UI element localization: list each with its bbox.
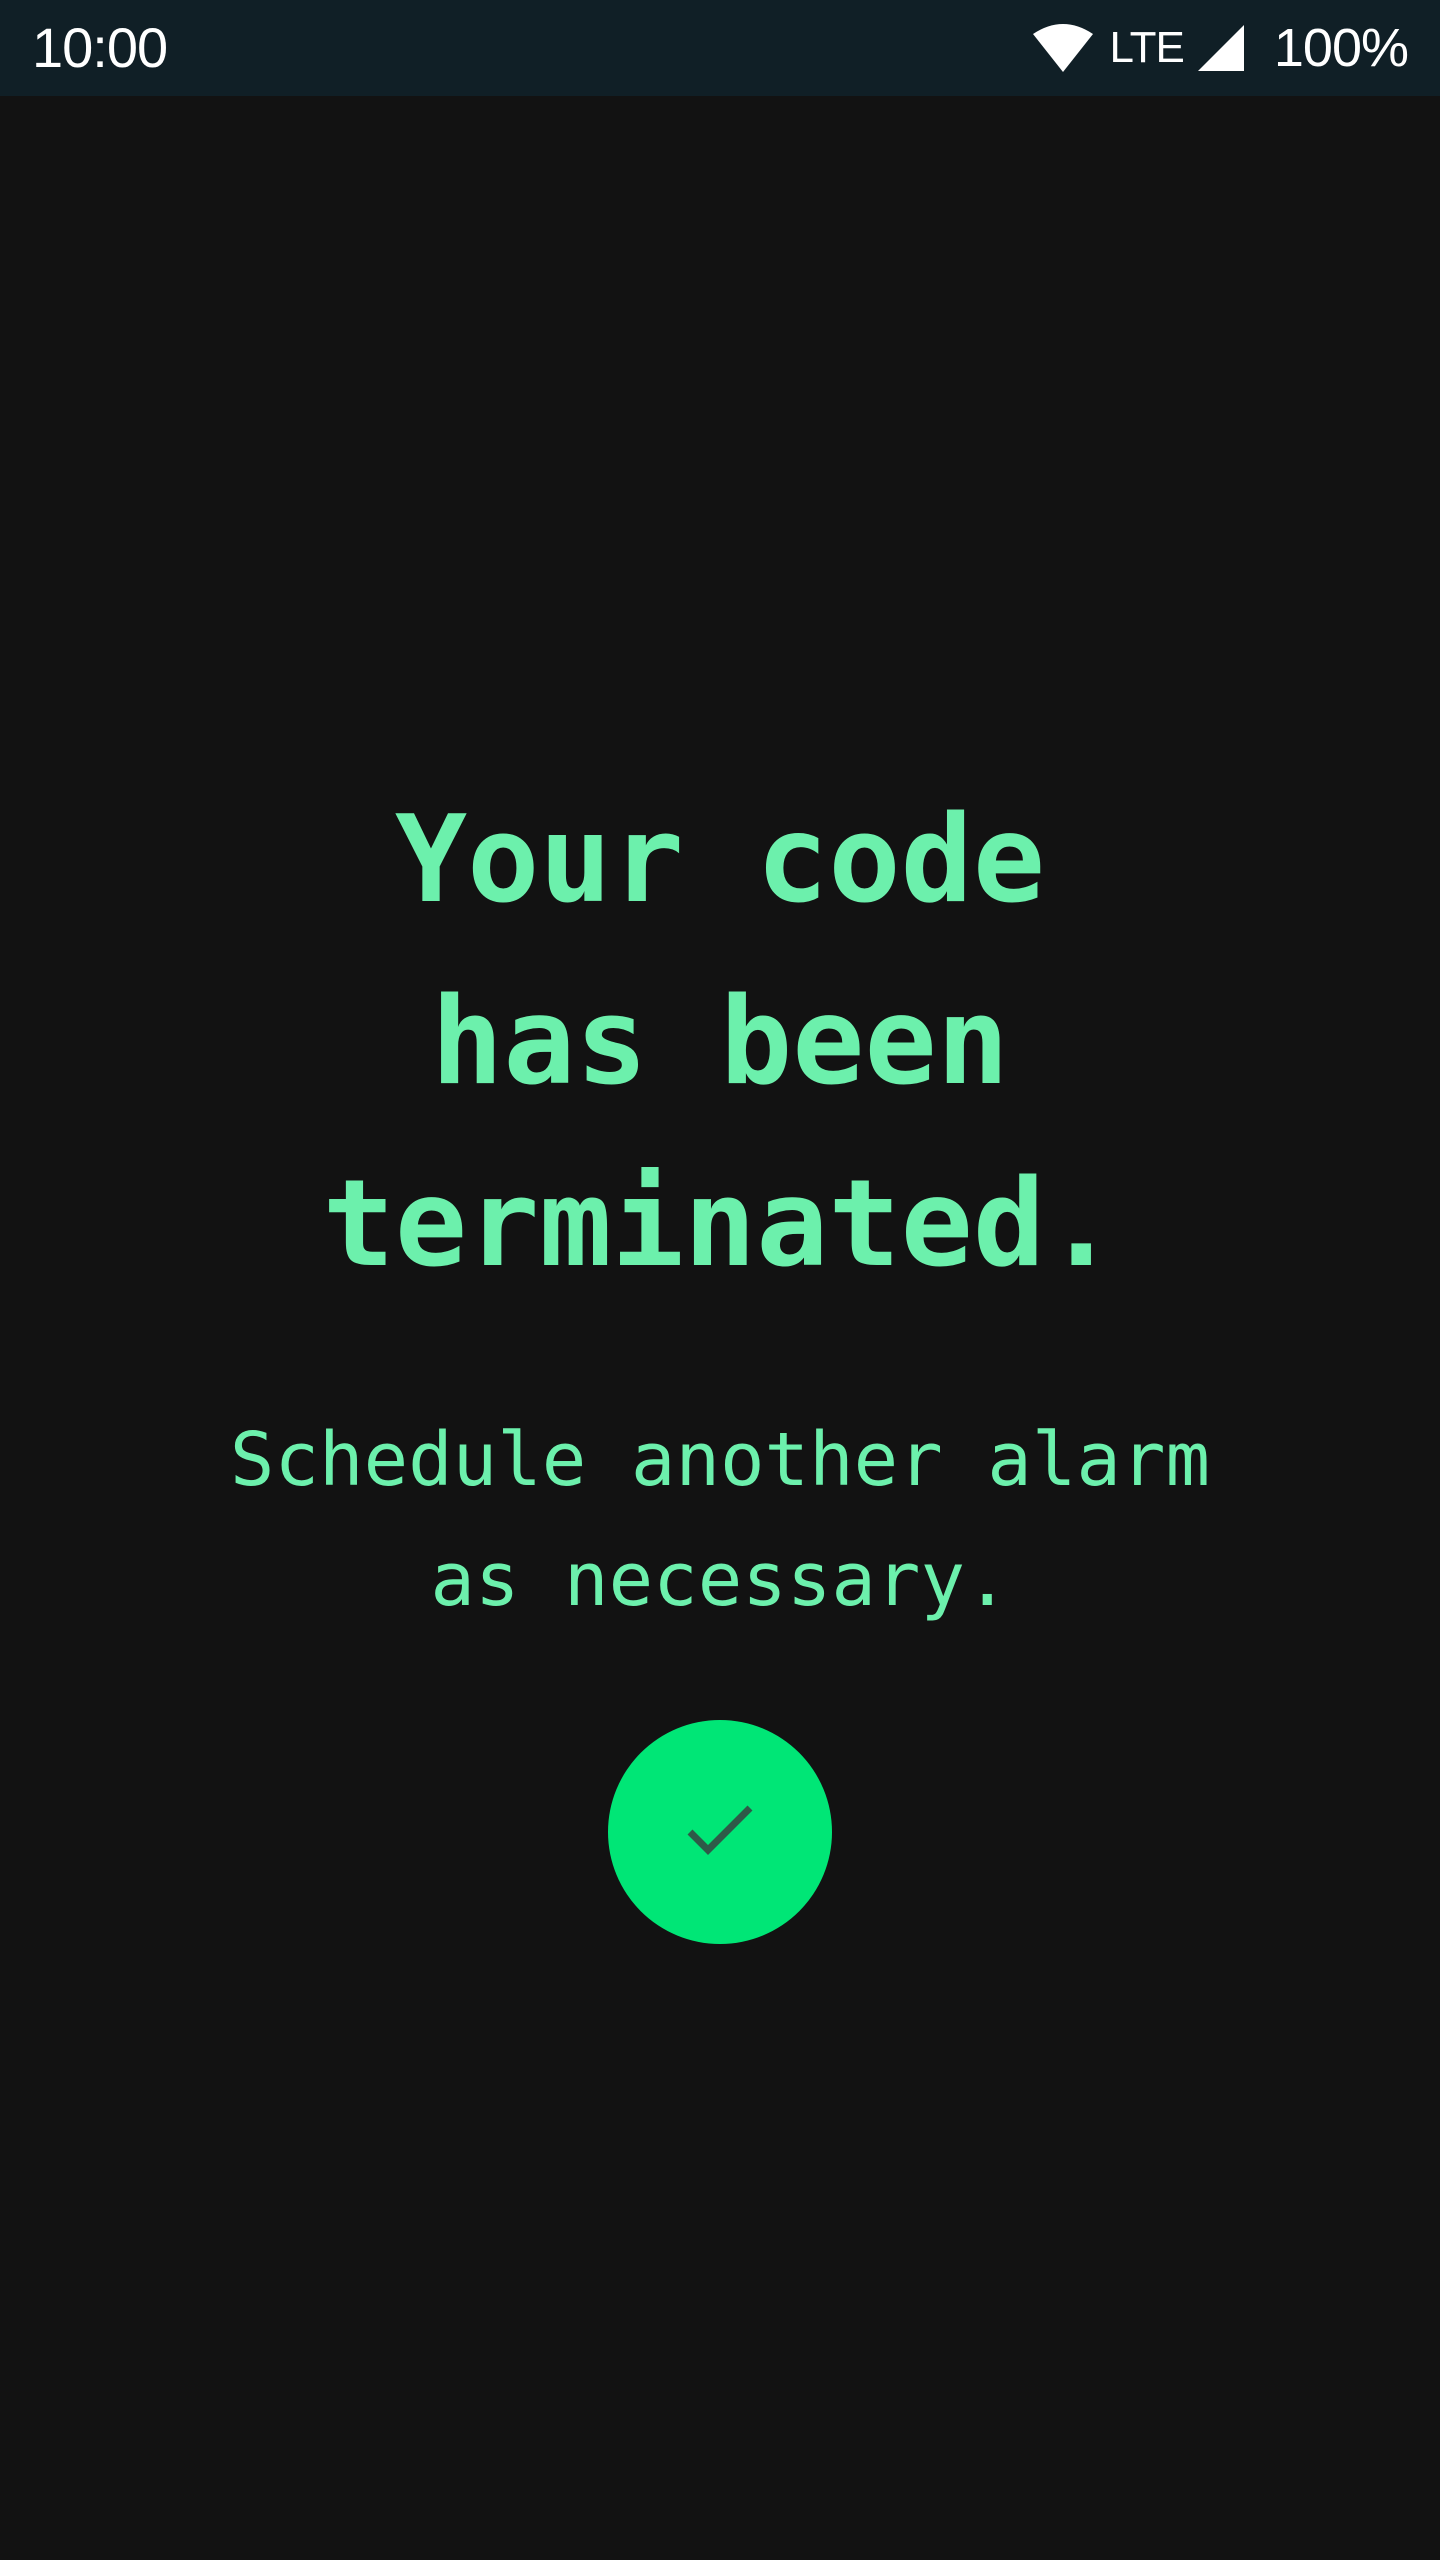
subtext: Schedule another alarm as necessary. <box>0 1400 1440 1640</box>
app-screen: 10:00 LTE 100% Your code has been termin… <box>0 0 1440 2560</box>
headline-line: terminated. <box>322 1155 1118 1294</box>
wifi-icon <box>1033 24 1094 72</box>
headline-line: has been <box>431 973 1009 1112</box>
confirm-button[interactable] <box>608 1720 832 1944</box>
network-type-label: LTE <box>1109 23 1184 72</box>
headline-line: Your code <box>394 791 1046 930</box>
status-time: 10:00 <box>32 16 168 79</box>
battery-percentage: 100% <box>1273 18 1409 78</box>
headline: Your code has been terminated. <box>0 770 1440 1316</box>
check-icon <box>687 1805 753 1855</box>
status-indicators: LTE 100% <box>1031 18 1409 78</box>
status-bar: 10:00 LTE 100% <box>0 0 1440 96</box>
subtext-line: as necessary. <box>430 1537 1010 1623</box>
subtext-line: Schedule another alarm <box>229 1417 1211 1503</box>
cell-signal-icon <box>1197 25 1244 71</box>
